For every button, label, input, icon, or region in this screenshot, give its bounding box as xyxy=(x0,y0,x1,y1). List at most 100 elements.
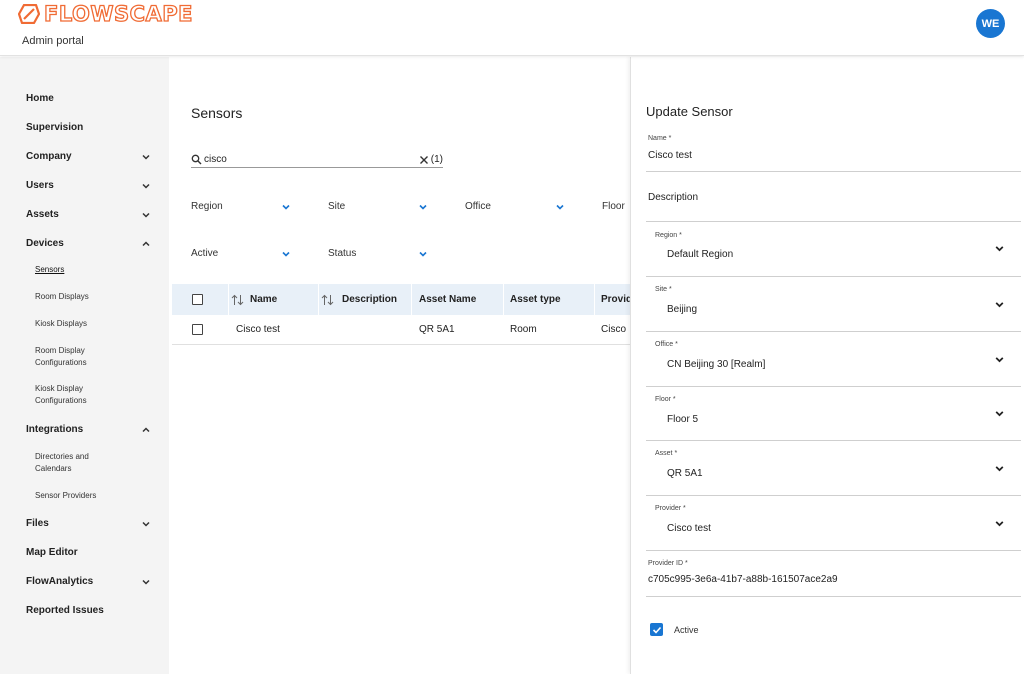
sidebar-subitem-directories-calendars[interactable]: Directories and Calendars xyxy=(35,451,115,475)
office-value: CN Beijing 30 [Realm] xyxy=(667,359,766,370)
sidebar-subitem-sensor-providers[interactable]: Sensor Providers xyxy=(35,490,145,502)
brand-logo[interactable]: FLOWSCAPE xyxy=(18,1,194,27)
table-row[interactable]: Cisco test QR 5A1 Room Cisco xyxy=(172,315,630,345)
sidebar-subitem-kiosk-displays[interactable]: Kiosk Displays xyxy=(35,318,145,330)
office-select[interactable]: Office * CN Beijing 30 [Realm] xyxy=(646,334,1021,387)
provider-id-field[interactable]: Provider ID * c705c995-3e6a-41b7-a88b-16… xyxy=(646,553,1021,597)
sidebar-item-map-editor[interactable]: Map Editor xyxy=(26,547,151,558)
field-label: Provider ID * xyxy=(648,560,688,567)
filter-label: Region xyxy=(191,201,223,212)
sidebar-item-company[interactable]: Company xyxy=(26,151,151,162)
sidebar-item-reported-issues[interactable]: Reported Issues xyxy=(26,605,151,616)
chevron-down-icon xyxy=(995,521,1004,527)
sidebar-item-label: Assets xyxy=(26,209,59,220)
sidebar-item-label: Files xyxy=(26,518,49,529)
column-header-description[interactable]: Description xyxy=(342,284,397,315)
checkmark-icon xyxy=(652,626,661,634)
description-placeholder: Description xyxy=(648,192,699,203)
sidebar-subitem-room-displays[interactable]: Room Displays xyxy=(35,291,145,303)
search-bar: (1) xyxy=(191,152,443,168)
flowscape-logo-icon xyxy=(18,4,40,24)
sidebar-item-devices[interactable]: Devices xyxy=(26,238,151,249)
select-all-checkbox[interactable] xyxy=(192,294,203,305)
search-result-count: (1) xyxy=(430,154,443,165)
filter-site[interactable]: Site xyxy=(328,201,428,212)
chevron-down-icon xyxy=(282,251,290,257)
name-input[interactable]: Cisco test xyxy=(648,150,692,161)
column-header-asset-type[interactable]: Asset type xyxy=(510,284,561,315)
floor-select[interactable]: Floor * Floor 5 xyxy=(646,389,1021,441)
sidebar-item-flowanalytics[interactable]: FlowAnalytics xyxy=(26,576,151,587)
chevron-down-icon xyxy=(282,204,290,210)
active-checkbox[interactable] xyxy=(650,623,663,636)
field-label: Region * xyxy=(655,232,682,239)
provider-id-input[interactable]: c705c995-3e6a-41b7-a88b-161507ace2a9 xyxy=(648,574,838,585)
sidebar-item-integrations[interactable]: Integrations xyxy=(26,424,151,435)
sort-icon xyxy=(321,294,334,305)
main-content: Sensors (1) Region Site Office Floor Act… xyxy=(169,57,630,674)
active-toggle-row[interactable]: Active xyxy=(650,623,699,636)
cell-name: Cisco test xyxy=(236,324,280,335)
sidebar-subitem-kiosk-display-configurations[interactable]: Kiosk Display Configurations xyxy=(35,383,125,407)
search-input[interactable] xyxy=(202,154,419,165)
chevron-down-icon xyxy=(419,204,427,210)
chevron-down-icon xyxy=(995,466,1004,472)
clear-search-icon[interactable] xyxy=(419,155,429,165)
filter-label: Office xyxy=(465,201,491,212)
chevron-down-icon xyxy=(995,302,1004,308)
sidebar-item-label: Integrations xyxy=(26,424,84,435)
region-select[interactable]: Region * Default Region xyxy=(646,224,1021,277)
chevron-down-icon xyxy=(995,246,1004,252)
site-select[interactable]: Site * Beijing xyxy=(646,279,1021,332)
column-header-provider[interactable]: Provid xyxy=(601,284,630,315)
brand-name: FLOWSCAPE xyxy=(43,1,194,26)
sidebar-subitem-room-display-configurations[interactable]: Room Display Configurations xyxy=(35,345,125,369)
column-header-name[interactable]: Name xyxy=(250,284,277,315)
sidebar-item-home[interactable]: Home xyxy=(26,93,151,104)
chevron-down-icon xyxy=(142,521,150,527)
chevron-down-icon xyxy=(142,212,150,218)
row-checkbox[interactable] xyxy=(192,324,203,335)
page-title: Sensors xyxy=(191,105,243,121)
field-label: Site * xyxy=(655,286,672,293)
filter-floor[interactable]: Floor xyxy=(602,201,630,212)
chevron-down-icon xyxy=(995,357,1004,363)
sort-name-icon[interactable] xyxy=(231,284,244,315)
filter-active[interactable]: Active xyxy=(191,248,291,259)
asset-select[interactable]: Asset * QR 5A1 xyxy=(646,443,1021,496)
chevron-up-icon xyxy=(142,426,150,432)
table-header: Name Description Asset Name Asset type P… xyxy=(172,284,630,315)
sidebar-item-supervision[interactable]: Supervision xyxy=(26,122,151,133)
chevron-up-icon xyxy=(142,240,150,246)
chevron-down-icon xyxy=(142,183,150,189)
cell-asset-type: Room xyxy=(510,324,537,335)
site-value: Beijing xyxy=(667,304,698,315)
search-icon xyxy=(191,154,202,165)
provider-select[interactable]: Provider * Cisco test xyxy=(646,498,1021,551)
app-header: FLOWSCAPE Admin portal WE xyxy=(0,0,1024,56)
sidebar-nav: Home Supervision Company Users Assets De… xyxy=(0,57,169,674)
chevron-down-icon xyxy=(556,204,564,210)
sidebar-item-assets[interactable]: Assets xyxy=(26,209,151,220)
chevron-down-icon xyxy=(142,154,150,160)
user-avatar[interactable]: WE xyxy=(976,9,1005,38)
column-header-asset-name[interactable]: Asset Name xyxy=(419,284,476,315)
sidebar-subitem-sensors[interactable]: Sensors xyxy=(35,264,145,276)
row-select-cell xyxy=(192,315,203,344)
sort-icon xyxy=(231,294,244,305)
sidebar-item-label: Company xyxy=(26,151,72,162)
sort-description-icon[interactable] xyxy=(321,284,334,315)
filter-region[interactable]: Region xyxy=(191,201,291,212)
description-field[interactable]: Description xyxy=(646,175,1021,222)
sidebar-item-label: FlowAnalytics xyxy=(26,576,94,587)
chevron-down-icon xyxy=(419,251,427,257)
sidebar-item-users[interactable]: Users xyxy=(26,180,151,191)
field-label: Office * xyxy=(655,341,678,348)
chevron-down-icon xyxy=(995,411,1004,417)
filter-office[interactable]: Office xyxy=(465,201,565,212)
sidebar-item-files[interactable]: Files xyxy=(26,518,151,529)
name-field[interactable]: Name * Cisco test xyxy=(646,132,1021,172)
sidebar-item-label: Home xyxy=(26,93,54,104)
filter-status[interactable]: Status xyxy=(328,248,428,259)
field-label: Floor * xyxy=(655,396,676,403)
